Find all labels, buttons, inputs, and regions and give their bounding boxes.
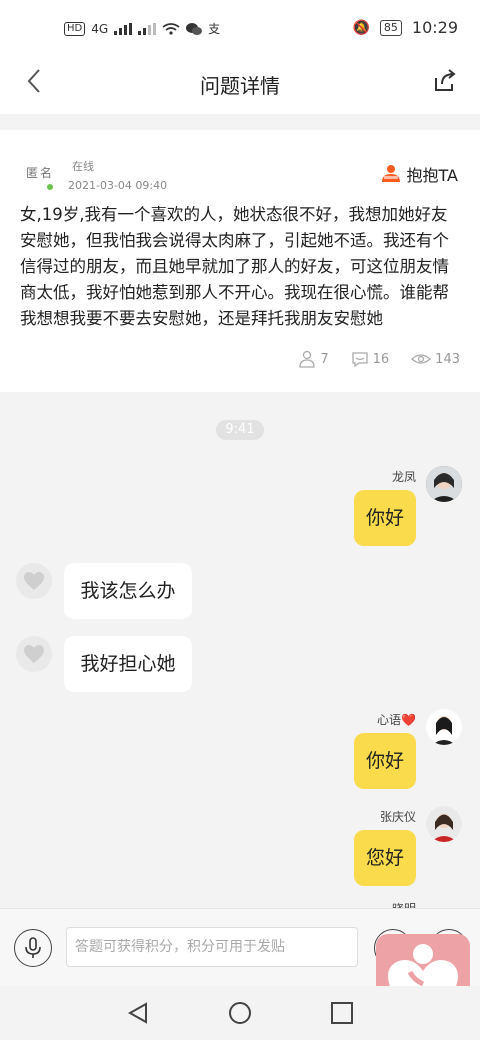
avatar-photo-icon [426, 466, 462, 502]
avatar-photo-icon [426, 806, 462, 842]
views-count: 143 [435, 351, 460, 367]
hug-button[interactable]: 抱抱TA [381, 162, 458, 186]
wifi-icon [162, 22, 180, 35]
online-status-dot [47, 184, 53, 190]
battery-indicator: 85 [379, 19, 402, 36]
avatar-photo-icon [426, 709, 462, 745]
signal-icon [114, 22, 133, 35]
avatar[interactable] [16, 636, 52, 672]
mute-bell-icon: 🔕 [352, 19, 370, 36]
nav-back-icon[interactable] [126, 1000, 152, 1026]
comments-count: 16 [372, 351, 390, 367]
message-bubble[interactable]: 你好 [354, 733, 416, 789]
sender-name: 心语❤️ [377, 713, 416, 727]
hugs-count: 7 [320, 351, 329, 367]
hug-outline-icon [299, 350, 315, 368]
microphone-icon [25, 937, 41, 958]
avatar[interactable] [426, 466, 462, 502]
wechat-icon [186, 22, 203, 35]
sender-name: 张庆仪 [379, 810, 416, 824]
views-stat: 143 [411, 350, 460, 368]
message-bubble[interactable]: 你好 [354, 490, 416, 546]
comments-stat[interactable]: 16 [351, 350, 390, 368]
comment-icon [351, 352, 368, 368]
heart-avatar-icon [24, 645, 44, 663]
nav-bar: 问题详情 [0, 58, 480, 114]
hug-label: 抱抱TA [406, 166, 458, 185]
answer-input[interactable]: 答题可获得积分，积分可用于发贴 [66, 927, 358, 967]
avatar[interactable] [426, 709, 462, 745]
avatar[interactable] [426, 806, 462, 842]
status-bar: HD 4G 支 🔕 85 10:29 [0, 0, 480, 58]
avatar[interactable] [16, 563, 52, 599]
page-title: 问题详情 [200, 74, 280, 98]
question-content: 女,19岁,我有一个喜欢的人，她状态很不好，我想加她好友安慰她，但我怕我会说得太… [20, 205, 449, 328]
status-indicators: HD 4G 支 [64, 20, 220, 37]
heart-avatar-icon [24, 572, 44, 590]
question-card: 匿名 在线 2021-03-04 09:40 抱抱TA 女,19岁,我有一个喜欢… [0, 130, 480, 392]
message-bubble[interactable]: 我该怎么办 [64, 563, 192, 619]
status-right: 🔕 85 10:29 [352, 18, 458, 37]
eye-icon [411, 354, 432, 364]
message-bubble[interactable]: 我好担心她 [64, 636, 192, 692]
hug-icon [381, 165, 400, 182]
share-icon[interactable] [432, 68, 458, 94]
nav-recent-icon[interactable] [329, 1000, 355, 1026]
message-bubble[interactable]: 您好 [354, 830, 416, 886]
system-nav-bar [0, 986, 480, 1040]
hugs-stat[interactable]: 7 [298, 350, 329, 368]
voice-button[interactable] [14, 929, 52, 967]
time-divider: 9:41 [216, 420, 264, 440]
clock: 10:29 [411, 18, 458, 37]
sender-name: 龙凤 [391, 470, 416, 484]
anonymous-label: 匿名 [26, 166, 55, 180]
nav-home-icon[interactable] [227, 1000, 253, 1026]
alipay-icon: 支 [208, 22, 221, 36]
signal-icon-2 [138, 22, 157, 35]
signal-4g-indicator: 4G [91, 21, 109, 36]
post-date: 2021-03-04 09:40 [68, 179, 168, 192]
post-stats: 7 16 143 [298, 350, 460, 368]
online-status: 在线 [72, 160, 94, 173]
hd-indicator: HD [64, 21, 86, 36]
